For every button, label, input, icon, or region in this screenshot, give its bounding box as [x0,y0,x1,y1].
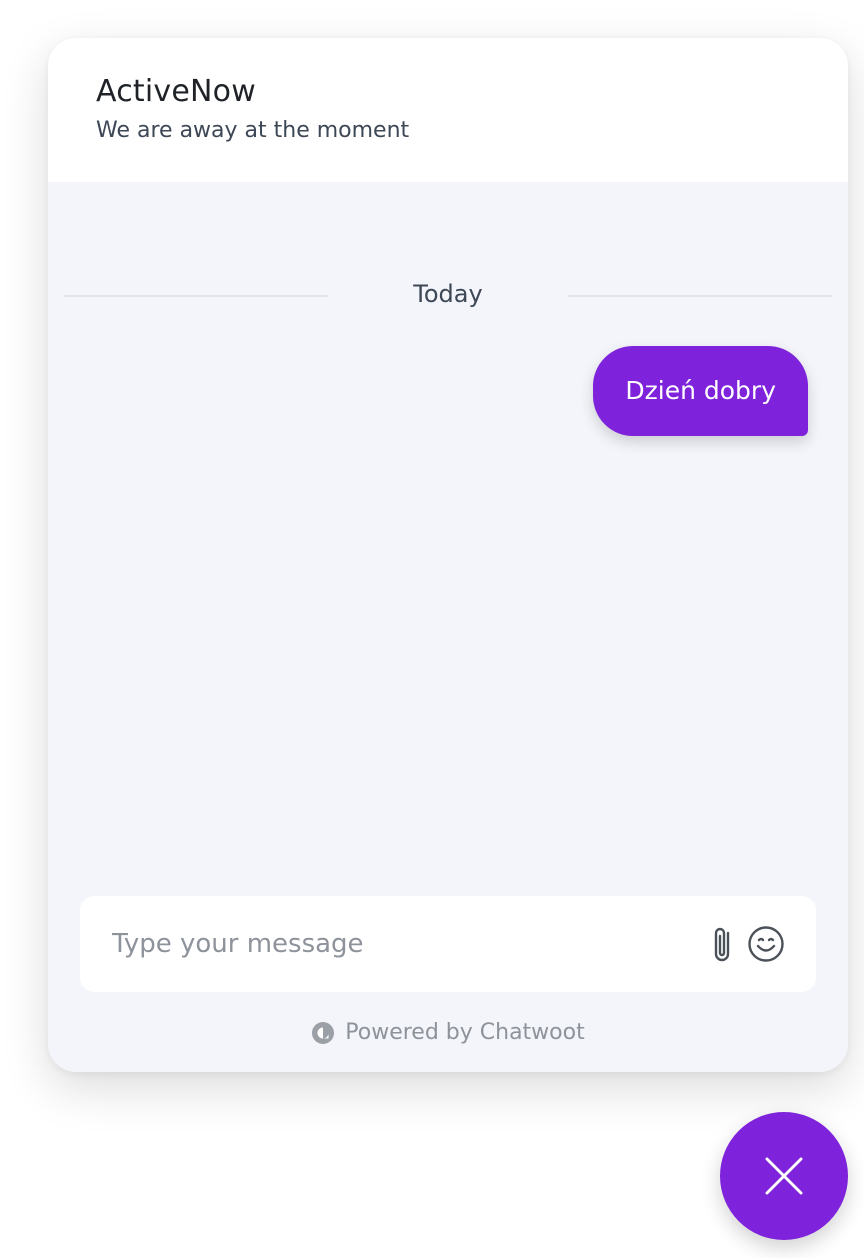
emoji-icon[interactable] [746,924,786,964]
date-divider: Today [64,276,832,316]
powered-by-branding: Powered by Chatwoot [48,1020,848,1050]
divider-line-right [568,295,832,297]
header-subtitle: We are away at the moment [96,118,410,143]
page: ActiveNow We are away at the moment Toda… [0,0,864,1258]
chat-header: ActiveNow We are away at the moment [48,38,848,182]
date-divider-label: Today [413,280,483,308]
header-title: ActiveNow [96,74,256,109]
widget-launcher-button[interactable] [720,1112,848,1240]
powered-by-link[interactable]: Powered by Chatwoot [311,1020,585,1045]
chat-widget: ActiveNow We are away at the moment Toda… [48,38,848,1072]
paperclip-icon[interactable] [708,924,738,964]
message-input[interactable] [80,896,680,992]
powered-by-text: Powered by Chatwoot [345,1020,585,1045]
close-icon [765,1157,803,1195]
outgoing-message-bubble: Dzień dobry [593,346,808,436]
message-composer [80,896,816,992]
chatwoot-logo-icon [312,1021,335,1044]
